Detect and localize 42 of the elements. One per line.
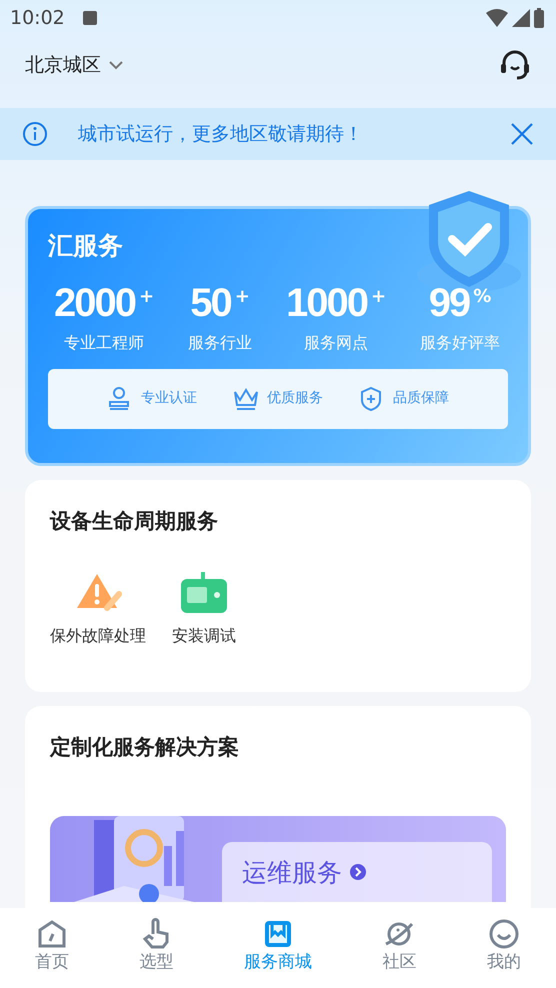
chevron-right-icon (350, 864, 366, 880)
service-label[interactable]: 保外故障处理 (50, 624, 146, 648)
card-title: 汇服务 (48, 230, 124, 262)
city-selector[interactable]: 北京城区 (25, 50, 101, 80)
battery-icon (534, 8, 544, 28)
stat-label: 专业工程师 (64, 332, 144, 354)
stat-suffix: + (234, 284, 250, 308)
stat-label: 服务网点 (304, 332, 368, 354)
crown-icon (233, 386, 259, 412)
stat-value: 2000 (54, 282, 135, 322)
stat-suffix: + (370, 284, 386, 308)
smiley-icon (488, 918, 520, 950)
solution-banner[interactable]: 运维服务 (50, 816, 506, 902)
notice-text: 城市试运行，更多地区敬请期待！ (78, 122, 363, 147)
status-time: 10:02 (10, 6, 65, 31)
wifi-icon (486, 9, 508, 27)
close-icon[interactable] (510, 122, 534, 146)
tab-item[interactable]: 服务商城 (244, 918, 312, 988)
tab-item[interactable]: 选型 (140, 918, 174, 988)
tab-item[interactable]: 首页 (35, 918, 70, 988)
section-title: 定制化服务解决方案 (50, 734, 240, 761)
stat-value: 1000 (286, 282, 367, 322)
stat-label: 服务行业 (188, 332, 252, 354)
device-controller-icon[interactable] (179, 570, 229, 616)
banner-title: 运维服务 (242, 856, 342, 888)
feature-label: 专业认证 (141, 389, 197, 408)
tab-item[interactable]: 社区 (382, 918, 416, 988)
tab-item[interactable]: 我的 (486, 918, 521, 988)
stat-value: 99 (428, 282, 470, 322)
stat-label: 服务好评率 (420, 332, 500, 354)
stat-suffix: % (473, 284, 492, 308)
headset-icon[interactable] (499, 49, 531, 81)
chevron-down-icon[interactable] (109, 60, 123, 70)
section-title: 设备生命周期服务 (50, 508, 219, 535)
signal-icon (512, 9, 530, 27)
stat-suffix: + (138, 284, 154, 308)
service-label[interactable]: 安装调试 (172, 624, 236, 648)
feature-label: 优质服务 (267, 389, 323, 408)
stat-value: 50 (190, 282, 231, 322)
home-icon (36, 918, 68, 950)
feature-label: 品质保障 (393, 389, 449, 408)
info-icon (22, 121, 48, 147)
